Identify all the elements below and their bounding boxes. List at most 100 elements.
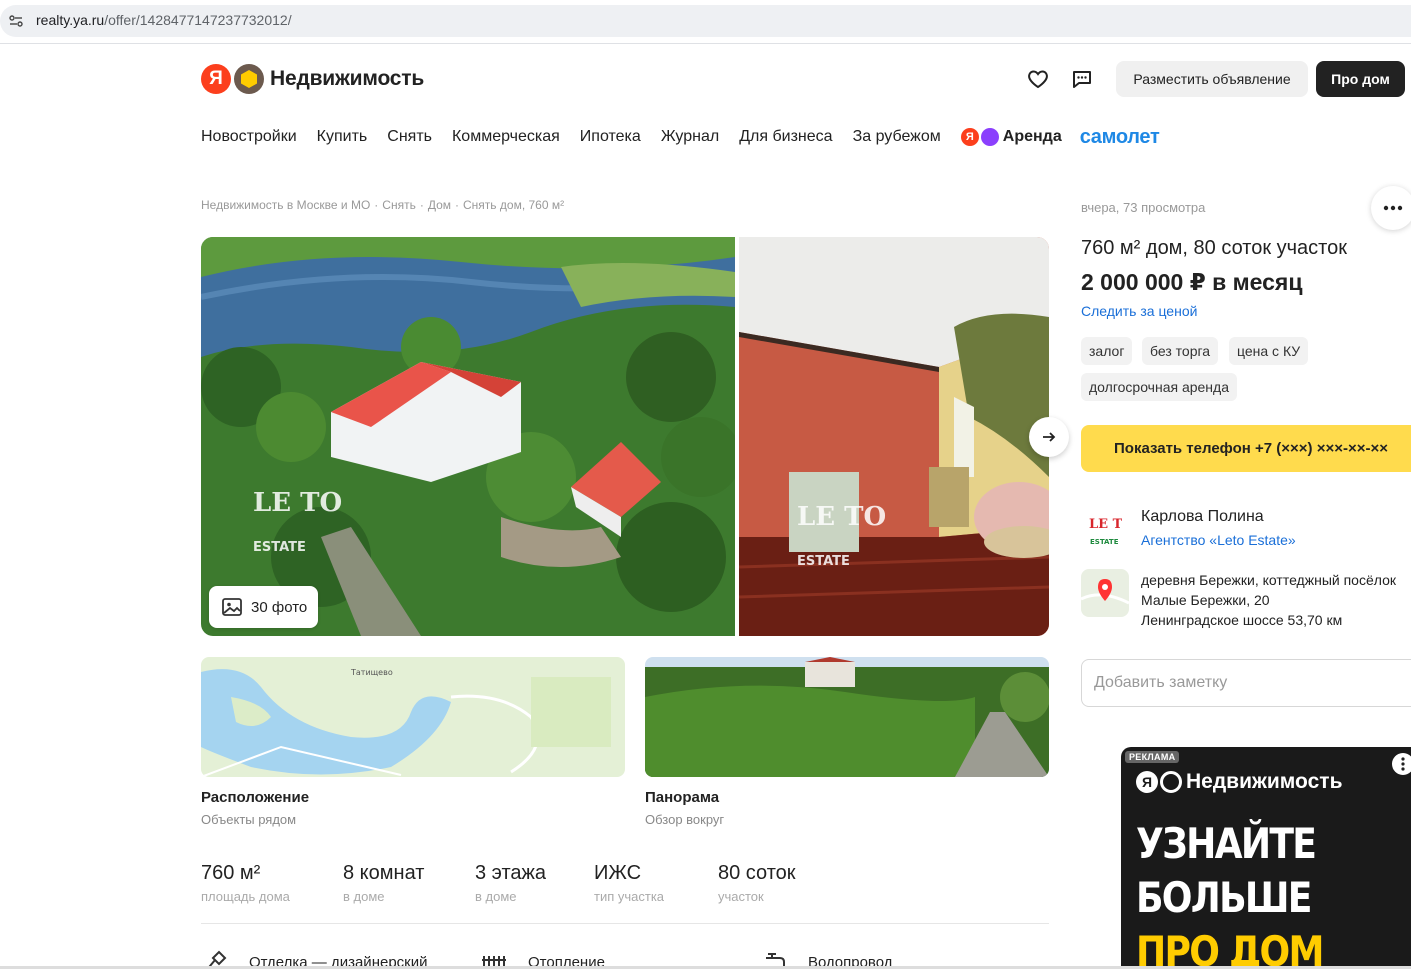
- feature-area: 760 м² площадь дома: [201, 862, 290, 904]
- post-ad-button[interactable]: Разместить объявление: [1116, 61, 1308, 97]
- yandex-logo-icon: Я: [201, 64, 231, 94]
- feature-floors: 3 этажа в доме: [475, 862, 546, 904]
- site-settings-icon[interactable]: [8, 13, 24, 29]
- svg-text:ESTATE: ESTATE: [1090, 538, 1119, 546]
- svg-text:LE TO: LE TO: [1089, 517, 1122, 532]
- address-highway: Ленинградское шоссе 53,70 км: [1141, 612, 1343, 628]
- breadcrumb-item[interactable]: Снять: [382, 198, 416, 212]
- realty-logo-icon: [234, 64, 264, 94]
- location-subtitle: Объекты рядом: [201, 812, 297, 827]
- arenda-logo-icon: [980, 128, 999, 146]
- tag-long-term: долгосрочная аренда: [1081, 373, 1237, 401]
- url-host: realty.ya.ru: [36, 12, 105, 28]
- breadcrumb: Недвижимость в Москве и МО · Снять · Дом · …: [201, 198, 565, 212]
- svg-text:LE TO: LE TO: [253, 488, 342, 518]
- prodom-button[interactable]: Про дом: [1316, 61, 1405, 97]
- feature-rooms: 8 комнат в доме: [343, 862, 424, 904]
- ad-logo: Я Недвижимость: [1136, 770, 1342, 794]
- nav-item-abroad[interactable]: За рубежом: [853, 128, 941, 146]
- site-logo[interactable]: Я Недвижимость: [201, 64, 424, 94]
- svg-text:Татищево: Татищево: [350, 668, 393, 677]
- feature-value: ИЖС: [594, 862, 642, 884]
- divider: [201, 923, 1049, 924]
- heart-icon[interactable]: [1026, 67, 1050, 91]
- feature-label: участок: [718, 889, 764, 904]
- chat-icon[interactable]: [1070, 67, 1094, 91]
- ad-menu-button[interactable]: [1392, 753, 1411, 775]
- nav-item-rent[interactable]: Снять: [387, 128, 432, 146]
- feature-label: тип участка: [594, 889, 665, 904]
- nav-item-buy[interactable]: Купить: [317, 128, 368, 146]
- address-map-thumb[interactable]: [1081, 569, 1129, 617]
- map-thumbnail: Татищево: [201, 657, 625, 777]
- tag-bez-torga: без торга: [1142, 337, 1219, 365]
- map-pin-icon: [1081, 569, 1129, 617]
- photo-count-label: 30 фото: [251, 598, 308, 616]
- agent-name[interactable]: Карлова Полина: [1141, 508, 1264, 526]
- more-dots-icon: [1383, 205, 1403, 211]
- ad-headline-1: УЗНАЙТЕ: [1136, 819, 1317, 868]
- browser-address-bar: realty.ya.ru/offer/1428477147237732012/: [0, 0, 1411, 44]
- image-icon: [222, 598, 242, 616]
- arrow-right-icon: [1043, 432, 1056, 442]
- breadcrumb-item[interactable]: Дом: [428, 198, 451, 212]
- show-phone-button[interactable]: Показать телефон +7 (×××) ×××-××-××: [1081, 425, 1411, 472]
- nav-item-novostroyki[interactable]: Новостройки: [201, 128, 297, 146]
- url-path: /offer/1428477147237732012/: [104, 12, 292, 28]
- logo-text: Недвижимость: [270, 67, 425, 90]
- panorama-subtitle: Обзор вокруг: [645, 812, 725, 827]
- address-text: деревня Бережки, коттеджный посёлок Малы…: [1141, 570, 1396, 630]
- vertical-dots-icon: [1401, 757, 1405, 771]
- nav-item-journal[interactable]: Журнал: [661, 128, 719, 146]
- svg-text:LE TO: LE TO: [797, 502, 886, 532]
- offer-title: 760 м² дом, 80 соток участок: [1081, 237, 1347, 259]
- nav-item-business[interactable]: Для бизнеса: [739, 128, 832, 146]
- photo-count-button[interactable]: 30 фото: [209, 586, 318, 628]
- feature-label: в доме: [343, 889, 385, 904]
- feature-label: в доме: [475, 889, 517, 904]
- add-note-input[interactable]: Добавить заметку: [1081, 659, 1411, 707]
- offer-meta: вчера, 73 просмотра: [1081, 200, 1206, 215]
- ad-logo-text: Недвижимость: [1186, 770, 1343, 793]
- feature-value: 760 м²: [201, 862, 261, 884]
- agency-link[interactable]: Агентство «Leto Estate»: [1141, 532, 1296, 548]
- nav-item-mortgage[interactable]: Ипотека: [580, 128, 641, 146]
- watch-price-link[interactable]: Следить за ценой: [1081, 303, 1197, 319]
- offer-price: 2 000 000 ₽ в месяц: [1081, 269, 1303, 295]
- breadcrumb-item[interactable]: Недвижимость в Москве и МО: [201, 198, 370, 212]
- ad-label: РЕКЛАМА: [1125, 751, 1180, 763]
- address-line: Малые Бережки, 20: [1141, 592, 1270, 608]
- tag-zalog: залог: [1081, 337, 1133, 365]
- feature-value: 80 соток: [718, 862, 796, 884]
- nav-item-samolet[interactable]: самолет: [1080, 126, 1160, 149]
- gallery-photo-second[interactable]: LE TO ESTATE: [739, 237, 1049, 636]
- interior-photo: LE TO ESTATE: [739, 237, 1049, 636]
- feature-plot-type: ИЖС тип участка: [594, 862, 664, 904]
- panorama-thumbnail: [645, 657, 1049, 777]
- more-options-button[interactable]: [1371, 186, 1411, 230]
- url-text[interactable]: realty.ya.ru/offer/1428477147237732012/: [36, 12, 292, 28]
- aerial-house-photo: LE TO ESTATE: [201, 237, 735, 636]
- panorama-preview[interactable]: [645, 657, 1049, 777]
- gallery-photo-main[interactable]: LE TO ESTATE: [201, 237, 735, 636]
- tag-price-ku: цена с КУ: [1229, 337, 1309, 365]
- ad-headline-2: БОЛЬШЕ: [1136, 873, 1312, 922]
- agency-logo[interactable]: LE TO ESTATE: [1088, 508, 1122, 548]
- yandex-logo-icon: Я: [1136, 771, 1158, 793]
- location-map[interactable]: Татищево: [201, 657, 625, 777]
- address-line: деревня Бережки, коттеджный посёлок: [1141, 572, 1396, 588]
- svg-text:ESTATE: ESTATE: [797, 554, 850, 569]
- svg-text:ESTATE: ESTATE: [253, 540, 306, 555]
- main-nav: Новостройки Купить Снять Коммерческая Ип…: [201, 126, 1160, 149]
- gallery-next-button[interactable]: [1029, 417, 1069, 457]
- advertisement-banner[interactable]: РЕКЛАМА Я Недвижимость УЗНАЙТЕ БОЛЬШЕ ПР…: [1121, 747, 1411, 969]
- panorama-title[interactable]: Панорама: [645, 789, 719, 806]
- feature-value: 3 этажа: [475, 862, 547, 884]
- nav-item-commercial[interactable]: Коммерческая: [452, 128, 560, 146]
- breadcrumb-item[interactable]: Снять дом, 760 м²: [463, 198, 564, 212]
- ad-headline-3: ПРО ДОМ: [1136, 927, 1324, 969]
- arenda-label: Аренда: [1002, 128, 1062, 145]
- nav-item-arenda[interactable]: Я Аренда: [960, 128, 1062, 146]
- location-title[interactable]: Расположение: [201, 789, 309, 806]
- feature-plot-size: 80 соток участок: [718, 862, 796, 904]
